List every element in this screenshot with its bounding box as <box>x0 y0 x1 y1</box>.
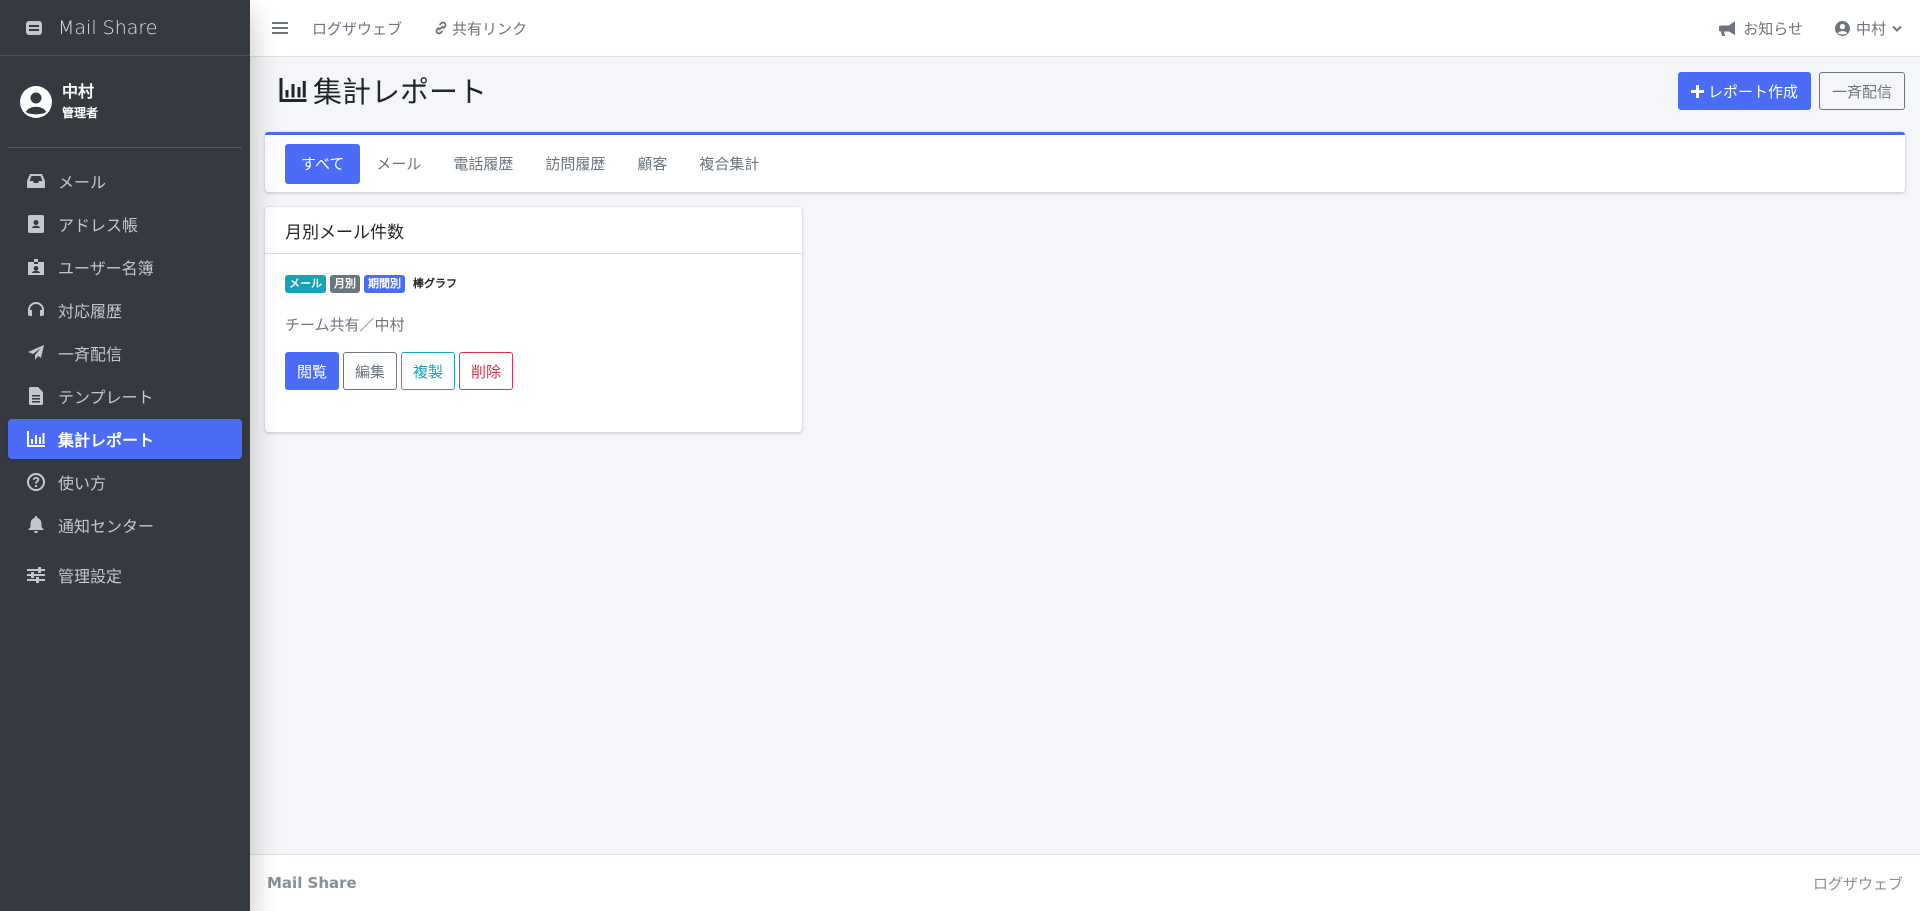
nav-link-logzaweb[interactable]: ログザウェブ <box>312 18 402 39</box>
tab-customer[interactable]: 顧客 <box>621 144 683 184</box>
sidebar-item-label: ユーザー名簿 <box>58 259 154 278</box>
sidebar-item-label: 一斉配信 <box>58 345 123 364</box>
view-button[interactable]: 閲覧 <box>285 352 340 390</box>
footer-brand: Mail Share <box>267 874 357 892</box>
bell-icon <box>26 515 46 535</box>
chart-bar-icon <box>26 429 46 449</box>
sidebar-item-admin-settings[interactable]: 管理設定 <box>8 555 242 595</box>
footer-right-text: ログザウェブ <box>1812 874 1903 893</box>
tab-phone-history[interactable]: 電話履歴 <box>437 144 529 184</box>
badge-bar-chart: 棒グラフ <box>413 277 457 290</box>
report-owner: チーム共有／中村 <box>285 316 405 334</box>
sidebar-item-label: 通知センター <box>58 517 155 536</box>
sidebar-item-broadcast[interactable]: 一斉配信 <box>8 333 242 373</box>
sidebar-item-label: 管理設定 <box>58 567 123 586</box>
user-panel[interactable]: 中村 管理者 <box>8 56 242 148</box>
sidebar-item-label: 集計レポート <box>58 431 155 450</box>
sidebar-nav: メール アドレス帳 ユーザー名簿 対応履歴 一斉配信 テンプレート 集計レポート <box>0 148 250 595</box>
nav-link-shared-links-label: 共有リンク <box>452 19 528 38</box>
paper-plane-icon <box>26 343 46 363</box>
mail-box-icon <box>22 16 46 40</box>
sidebar-item-user-list[interactable]: ユーザー名簿 <box>8 247 242 287</box>
headset-icon <box>26 300 46 320</box>
sidebar-item-label: 使い方 <box>58 474 107 493</box>
brand-name: Mail Share <box>58 16 158 39</box>
badge-mail: メール <box>285 275 326 293</box>
badge-monthly: 月別 <box>330 275 360 293</box>
top-navbar: ログザウェブ 共有リンク お知らせ 中村 <box>250 0 1920 57</box>
navbar-right: お知らせ 中村 <box>1687 0 1902 57</box>
user-role: 管理者 <box>62 105 99 120</box>
id-badge-icon <box>26 257 46 277</box>
sidebar-item-label: アドレス帳 <box>58 216 139 235</box>
report-title: 月別メール件数 <box>265 207 802 254</box>
sidebar-item-label: メール <box>58 173 107 192</box>
header-buttons: レポート作成 一斉配信 <box>1677 72 1905 110</box>
page-title-text: 集計レポート <box>313 75 488 109</box>
nav-link-shared-links[interactable]: 共有リンク <box>434 18 527 39</box>
tab-mail[interactable]: メール <box>360 144 437 184</box>
sidebar-item-address-book[interactable]: アドレス帳 <box>8 204 242 244</box>
sliders-icon <box>26 565 46 585</box>
address-book-icon <box>26 214 46 234</box>
sidebar-item-label: テンプレート <box>58 388 154 407</box>
brand-link[interactable]: Mail Share <box>0 0 250 56</box>
edit-button[interactable]: 編集 <box>343 352 398 390</box>
sidebar: Mail Share 中村 管理者 メール アドレス帳 ユーザー名簿 対応履歴 <box>0 0 250 911</box>
sidebar-item-mail[interactable]: メール <box>8 161 242 201</box>
delete-button[interactable]: 削除 <box>459 352 514 390</box>
megaphone-icon <box>1719 20 1737 37</box>
file-icon <box>26 386 46 406</box>
sidebar-item-template[interactable]: テンプレート <box>8 376 242 416</box>
copy-button[interactable]: 複製 <box>401 352 456 390</box>
create-report-button[interactable]: レポート作成 <box>1677 72 1811 110</box>
page-title: 集計レポート <box>279 69 487 111</box>
hamburger-menu-icon[interactable] <box>270 21 290 35</box>
user-menu-label: 中村 <box>1855 20 1886 38</box>
badge-period: 期間別 <box>364 275 405 293</box>
tab-visit-history[interactable]: 訪問履歴 <box>529 144 621 184</box>
sidebar-item-history[interactable]: 対応履歴 <box>8 290 242 330</box>
notice-label: お知らせ <box>1743 20 1803 38</box>
link-icon <box>434 21 448 35</box>
chart-bar-icon <box>279 78 313 102</box>
sidebar-item-notifications[interactable]: 通知センター <box>8 505 242 545</box>
question-circle-icon <box>26 472 46 492</box>
footer: Mail Share ログザウェブ <box>250 854 1920 911</box>
notice-link[interactable]: お知らせ <box>1719 18 1803 39</box>
report-card: 月別メール件数 メール 月別 期間別 棒グラフ チーム共有／中村 閲覧 編集 複… <box>265 207 802 432</box>
tab-all[interactable]: すべて <box>285 143 361 184</box>
create-report-label: レポート作成 <box>1707 82 1798 101</box>
tab-composite[interactable]: 複合集計 <box>683 144 775 184</box>
page-header: 集計レポート レポート作成 一斉配信 <box>265 57 1905 132</box>
inbox-icon <box>26 171 46 191</box>
chevron-down-icon <box>1892 25 1902 33</box>
user-circle-icon <box>1834 21 1850 36</box>
sidebar-item-label: 対応履歴 <box>58 302 123 321</box>
user-menu[interactable]: 中村 <box>1834 18 1902 39</box>
user-avatar-icon <box>20 85 52 118</box>
main-content: 集計レポート レポート作成 一斉配信 すべて メール 電話履歴 訪問履歴 顧客 … <box>250 57 1920 854</box>
plus-icon <box>1690 84 1704 98</box>
broadcast-button[interactable]: 一斉配信 <box>1818 72 1905 110</box>
sidebar-item-report[interactable]: 集計レポート <box>8 419 242 459</box>
user-name: 中村 <box>62 81 95 101</box>
sidebar-item-help[interactable]: 使い方 <box>8 462 242 502</box>
report-actions: 閲覧 編集 複製 削除 <box>285 352 517 390</box>
report-tabs: すべて メール 電話履歴 訪問履歴 顧客 複合集計 <box>265 132 1905 192</box>
report-badges: メール 月別 期間別 棒グラフ <box>285 275 465 293</box>
